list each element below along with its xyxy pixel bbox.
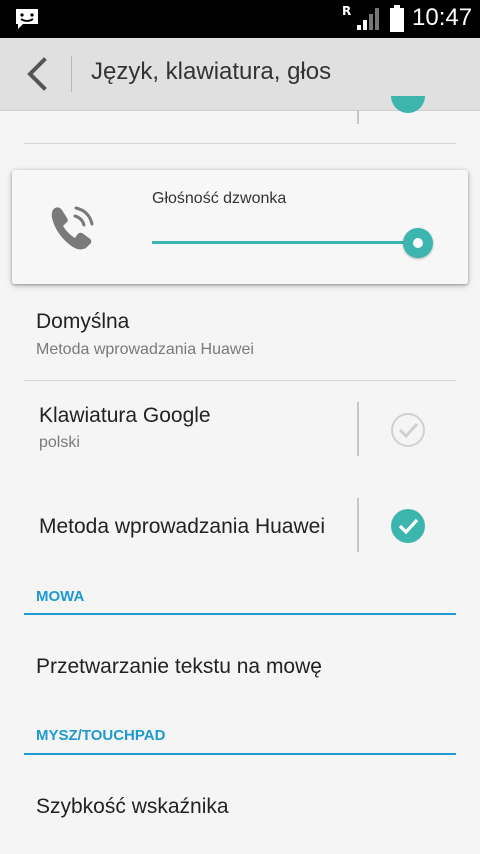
tts-title[interactable]: Przetwarzanie tekstu na mowę: [36, 655, 322, 679]
section-divider: [24, 613, 456, 615]
row-separator: [24, 143, 456, 144]
status-bar: R 10:47: [0, 0, 480, 38]
default-input-title[interactable]: Domyślna: [36, 310, 129, 334]
battery-icon: [390, 5, 404, 32]
volume-slider-thumb[interactable]: [403, 228, 433, 258]
section-divider: [24, 753, 456, 755]
google-keyboard-title[interactable]: Klawiatura Google: [39, 404, 211, 428]
google-keyboard-subtitle: polski: [39, 434, 80, 451]
row-divider-vertical: [357, 402, 359, 456]
roaming-indicator: R: [342, 4, 352, 18]
action-bar-divider: [71, 56, 72, 92]
huawei-input-title[interactable]: Metoda wprowadzania Huawei: [39, 515, 347, 539]
checkbox-unchecked-icon[interactable]: [390, 412, 426, 448]
message-icon: [16, 9, 38, 29]
section-header-mouse: MYSZ/TOUCHPAD: [36, 727, 166, 744]
row-separator: [24, 380, 456, 381]
pointer-speed-title[interactable]: Szybkość wskaźnika: [36, 795, 229, 819]
page-title: Język, klawiatura, głos: [91, 58, 332, 85]
checkbox-checked-icon[interactable]: [390, 508, 426, 544]
row-divider-vertical: [357, 498, 359, 552]
volume-slider-fill: [152, 241, 418, 244]
volume-slider-track[interactable]: [152, 241, 418, 244]
row-divider-vertical: [357, 110, 359, 124]
chevron-left-icon[interactable]: [18, 54, 58, 94]
ringer-phone-icon: [51, 206, 94, 250]
default-input-subtitle: Metoda wprowadzania Huawei: [36, 341, 254, 358]
status-time: 10:47: [412, 4, 473, 31]
volume-popup: Głośność dzwonka: [12, 170, 468, 284]
signal-icon: [357, 8, 379, 30]
title-fade: [327, 510, 349, 544]
volume-label: Głośność dzwonka: [152, 190, 287, 207]
section-header-speech: MOWA: [36, 588, 85, 605]
checkbox-checked-icon[interactable]: [390, 96, 426, 118]
